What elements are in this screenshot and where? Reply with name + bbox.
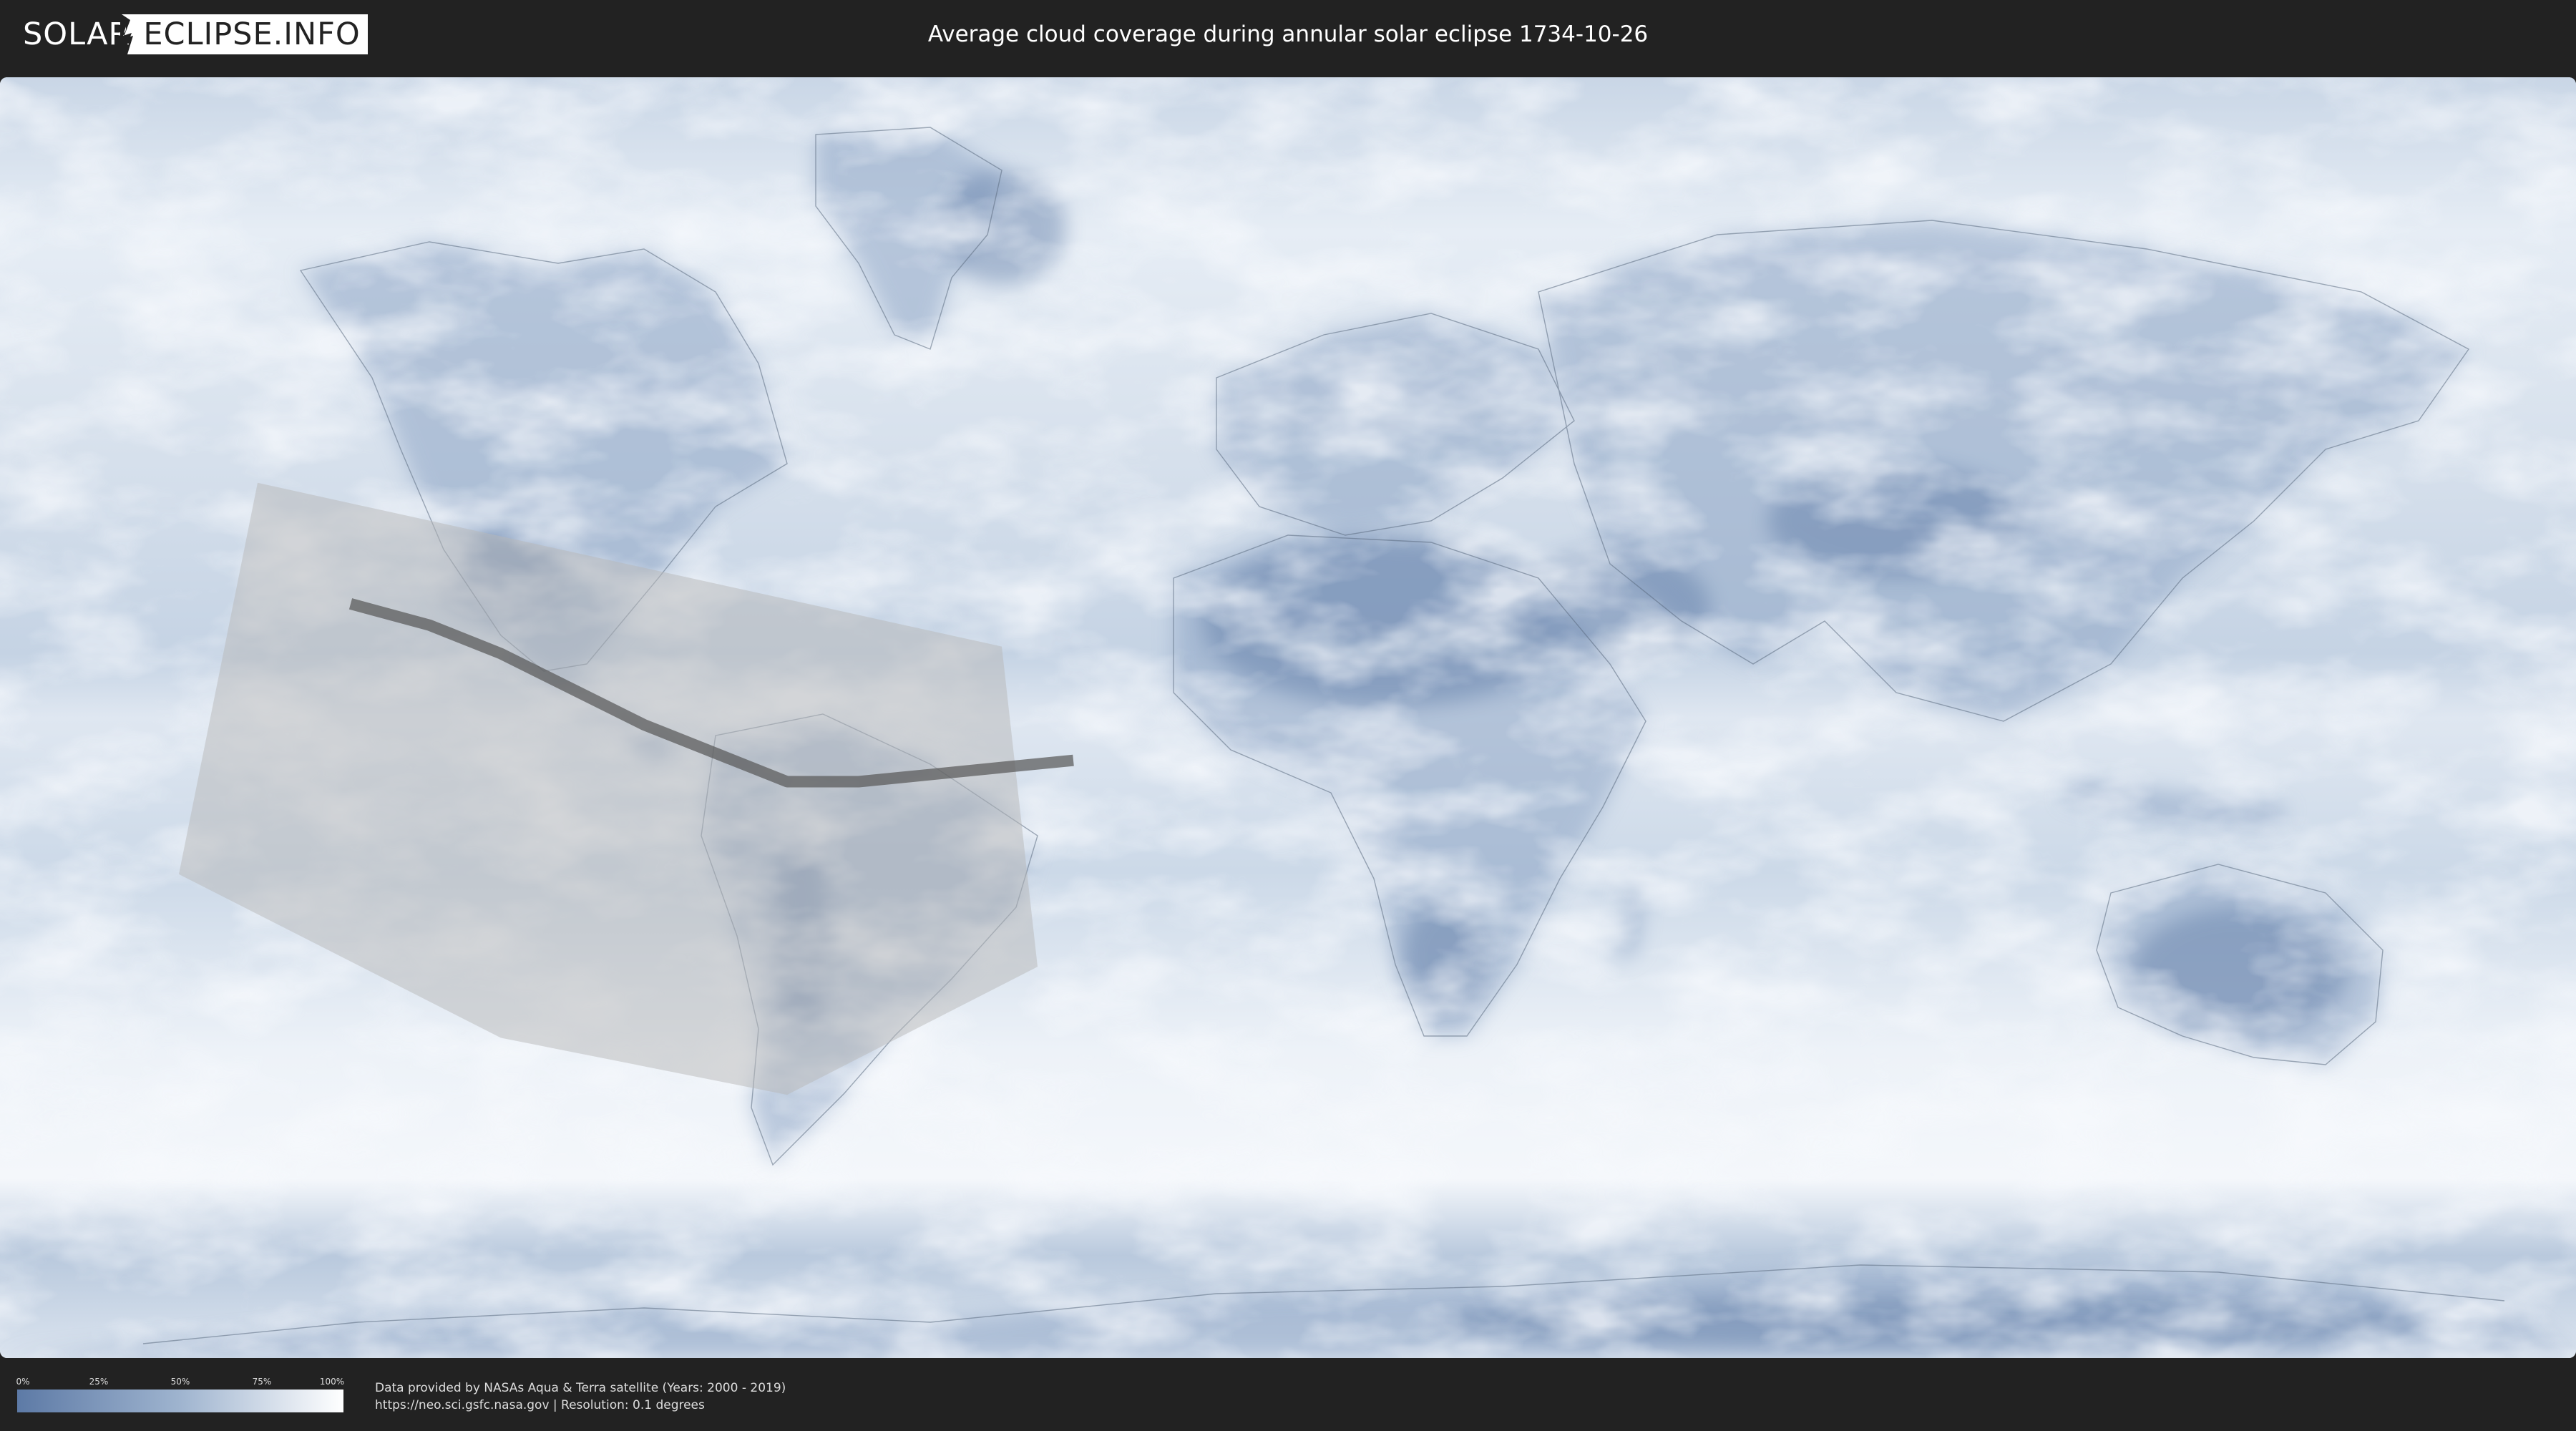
legend-tick-75: 75% [252, 1377, 272, 1387]
header-bar: SOLAR ECLIPSE.INFO Average cloud coverag… [0, 0, 2576, 72]
legend-tick-50: 50% [170, 1377, 190, 1387]
data-credits: Data provided by NASAs Aqua & Terra sate… [375, 1379, 786, 1414]
legend-gradient-bar [17, 1390, 343, 1412]
legend-tick-25: 25% [89, 1377, 109, 1387]
cloud-coverage-legend: 0% 25% 50% 75% 100% [16, 1377, 345, 1414]
credit-line-source: Data provided by NASAs Aqua & Terra sate… [375, 1381, 786, 1395]
credit-line-url[interactable]: https://neo.sci.gsfc.nasa.gov | Resoluti… [375, 1397, 786, 1414]
page-title: Average cloud coverage during annular so… [927, 21, 1649, 47]
legend-tick-0: 0% [16, 1377, 30, 1387]
cloud-coverage-map[interactable] [0, 77, 2576, 1358]
legend-tick-100: 100% [319, 1377, 345, 1387]
map-svg[interactable] [0, 77, 2576, 1358]
